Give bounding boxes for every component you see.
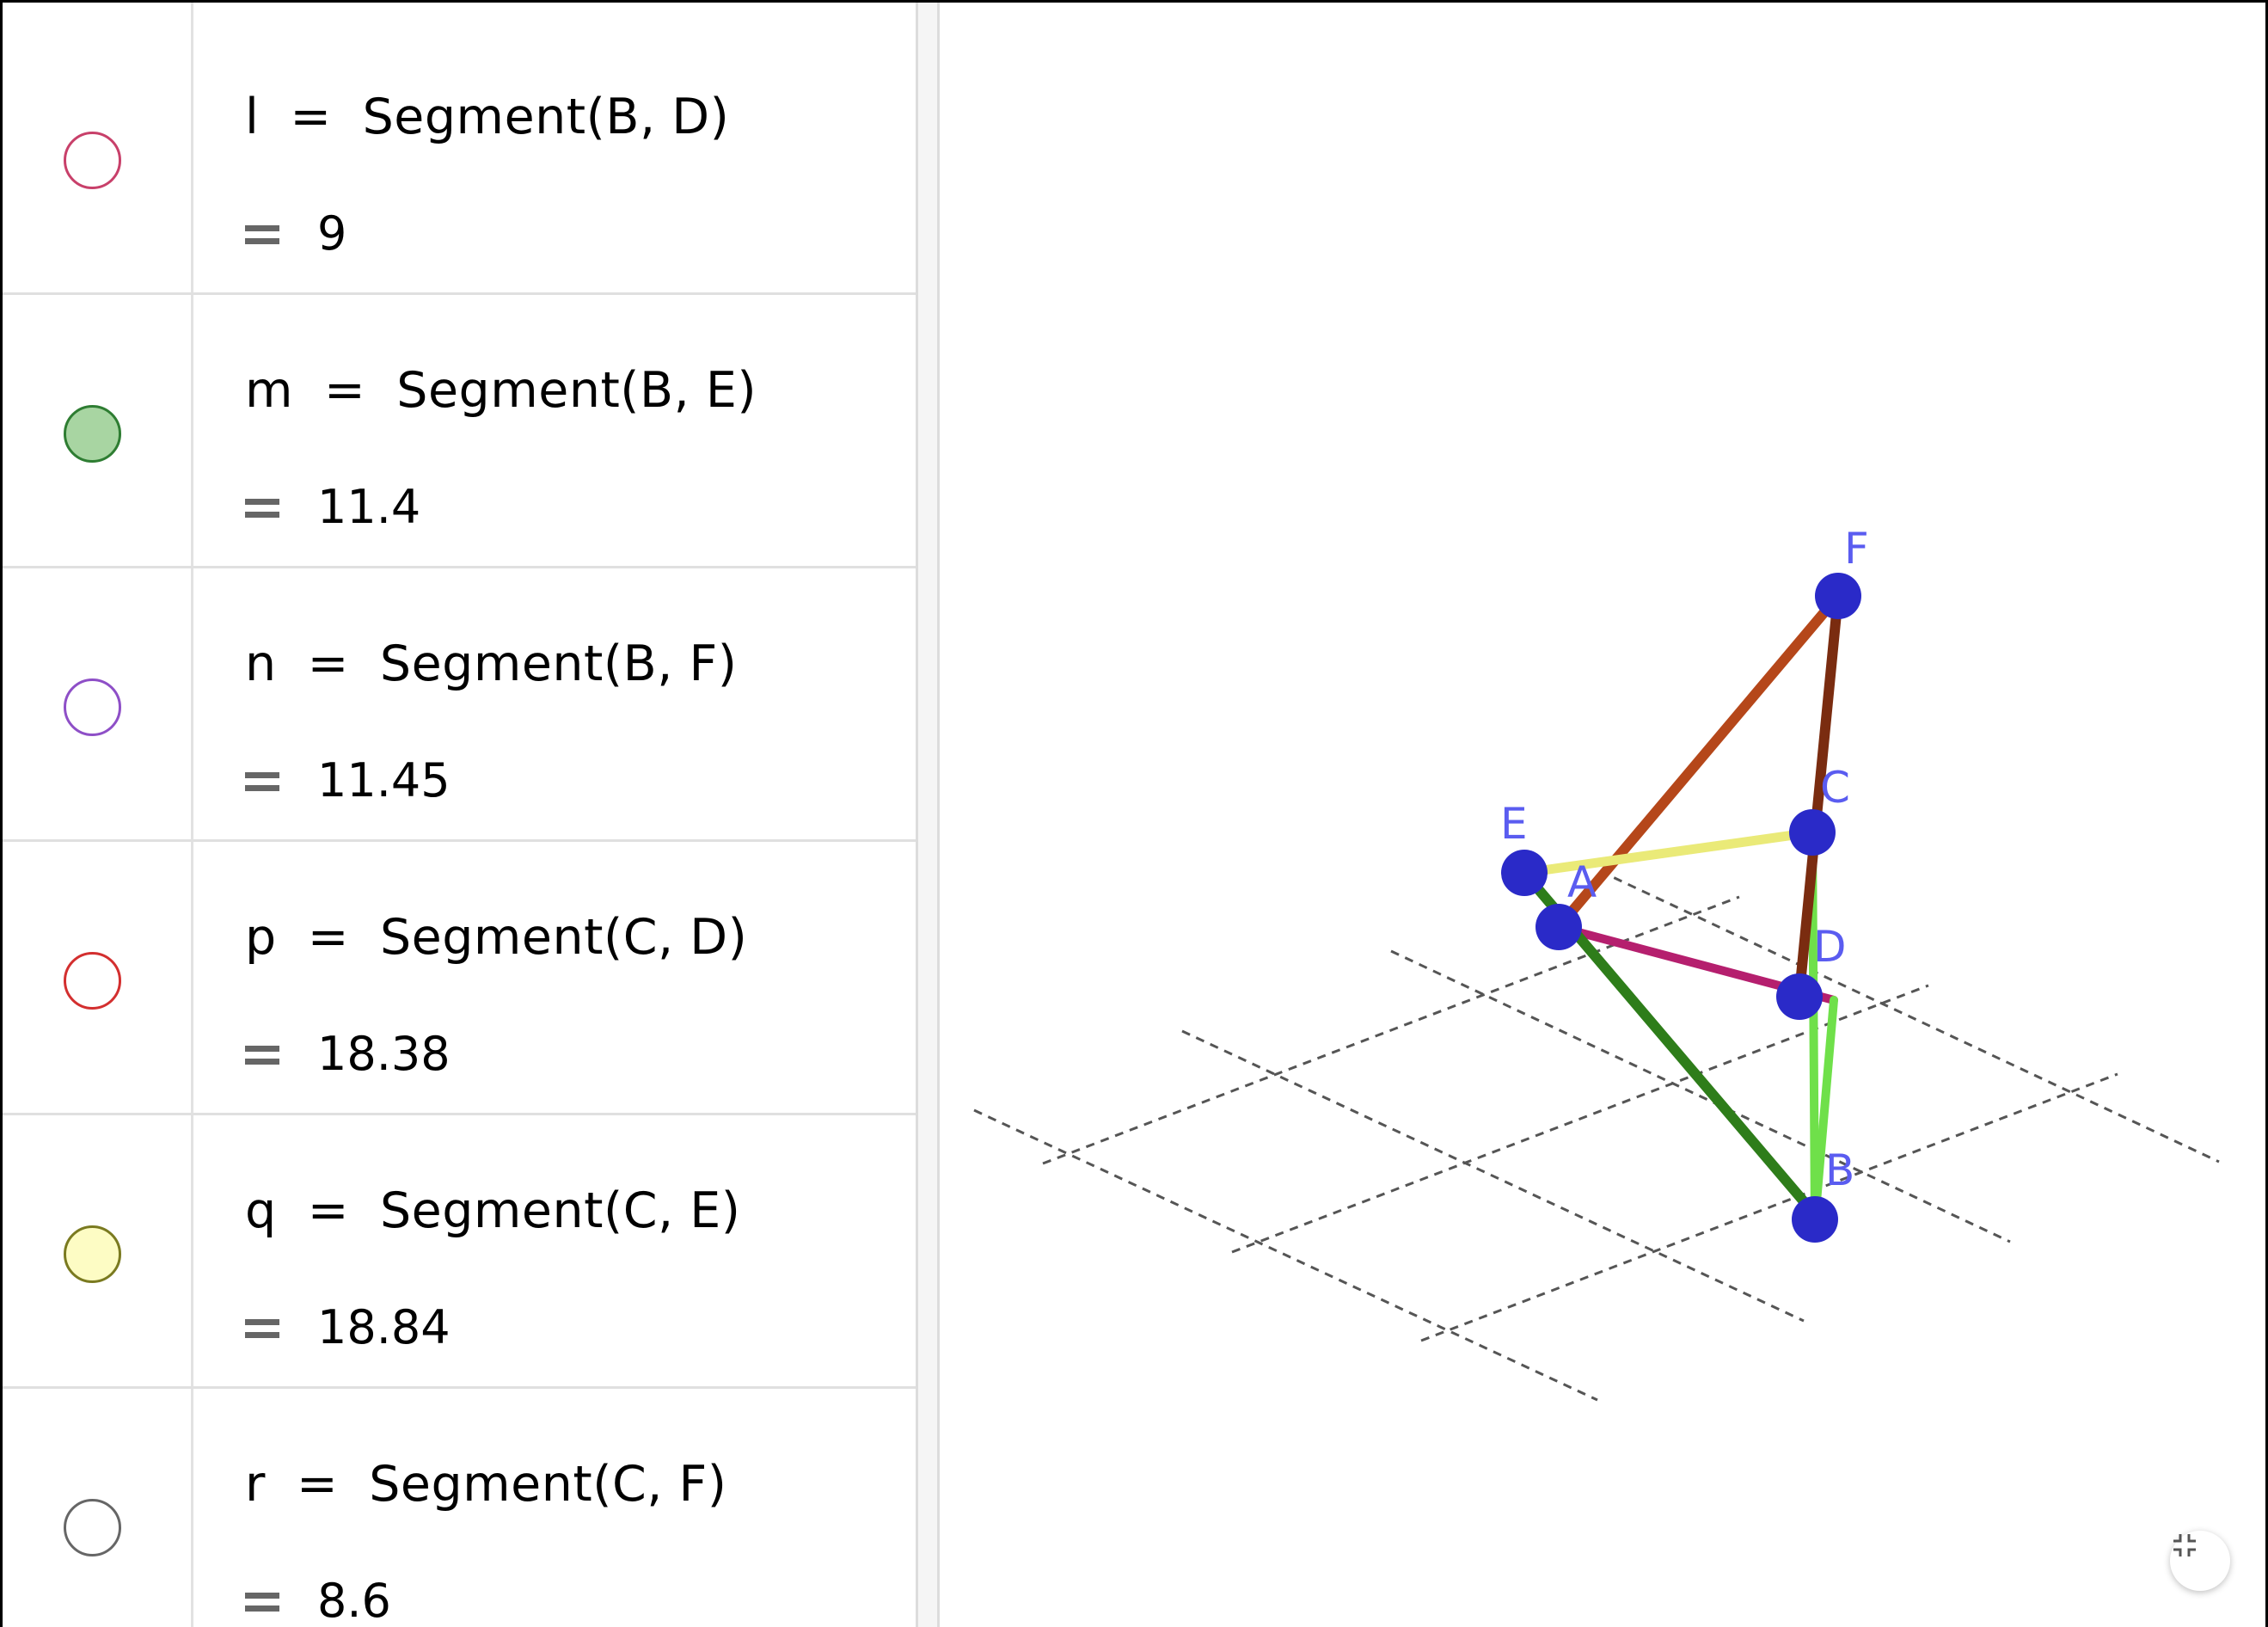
object-name: n — [245, 635, 277, 692]
object-definition: Segment(C, E) — [379, 1182, 741, 1239]
point-D[interactable] — [1776, 973, 1823, 1020]
object-value: 18.38 — [317, 1027, 451, 1081]
label-E: E — [1500, 799, 1528, 849]
label-C: C — [1820, 763, 1850, 813]
app-frame: l = Segment(B, D) 9 m = Segment(B, E) 11.4 n… — [0, 0, 2268, 1627]
point-C[interactable] — [1789, 809, 1836, 856]
exit-fullscreen-icon — [2173, 1534, 2196, 1556]
equals-sign-icon — [245, 224, 279, 246]
scene-canvas[interactable]: F C E A D B — [940, 3, 2268, 1627]
visibility-toggle-n[interactable] — [64, 678, 121, 736]
object-value: 8.6 — [317, 1574, 391, 1627]
object-name: p — [245, 909, 277, 966]
equals-sign-icon — [245, 1591, 279, 1613]
visibility-toggle-r[interactable] — [64, 1499, 121, 1556]
definition-l[interactable]: l = Segment(B, D) — [245, 89, 729, 145]
definition-p[interactable]: p = Segment(C, D) — [245, 909, 747, 966]
value-m: 11.4 — [245, 480, 420, 534]
object-value: 11.45 — [317, 753, 451, 807]
grid-line — [1420, 1072, 2118, 1342]
object-name: m — [245, 362, 294, 419]
visibility-toggle-l[interactable] — [64, 132, 121, 189]
object-definition: Segment(C, D) — [379, 909, 748, 966]
value-n: 11.45 — [245, 753, 451, 807]
equals-sign-icon — [245, 771, 279, 793]
algebra-item-p[interactable]: p = Segment(C, D) 18.38 — [3, 842, 916, 1115]
grid-line — [973, 1108, 1598, 1402]
definition-n[interactable]: n = Segment(B, F) — [245, 635, 738, 692]
object-value: 11.4 — [317, 480, 421, 534]
visibility-toggle-p[interactable] — [64, 952, 121, 1010]
equals-sign-icon — [245, 1317, 279, 1340]
grid-line — [1042, 895, 1740, 1165]
algebra-item-n[interactable]: n = Segment(B, F) 11.45 — [3, 568, 916, 842]
graphics-3d-view[interactable]: F C E A D B — [940, 3, 2268, 1627]
algebra-item-m[interactable]: m = Segment(B, E) 11.4 — [3, 295, 916, 568]
segment-AF[interactable] — [1554, 591, 1843, 932]
point-B[interactable] — [1792, 1196, 1838, 1243]
object-name: q — [245, 1182, 277, 1239]
label-A: A — [1567, 857, 1597, 907]
algebra-item-r[interactable]: r = Segment(C, F) 8.6 — [3, 1389, 916, 1627]
visibility-toggle-m[interactable] — [64, 405, 121, 463]
equals-sign-icon — [245, 1044, 279, 1066]
label-D: D — [1813, 922, 1847, 972]
label-B: B — [1825, 1145, 1854, 1195]
object-name: r — [245, 1456, 266, 1513]
label-F: F — [1844, 524, 1869, 574]
view-splitter[interactable] — [916, 3, 940, 1627]
object-value: 9 — [317, 206, 347, 261]
point-A[interactable] — [1535, 904, 1582, 950]
value-r: 8.6 — [245, 1574, 391, 1627]
object-definition: Segment(C, F) — [369, 1456, 727, 1513]
point-E[interactable] — [1501, 850, 1548, 896]
definition-m[interactable]: m = Segment(B, E) — [245, 362, 757, 419]
value-p: 18.38 — [245, 1027, 451, 1081]
exit-fullscreen-button[interactable] — [2170, 1531, 2230, 1591]
object-name: l — [245, 89, 260, 145]
object-definition: Segment(B, F) — [379, 635, 738, 692]
definition-r[interactable]: r = Segment(C, F) — [245, 1456, 727, 1513]
algebra-item-l[interactable]: l = Segment(B, D) 9 — [3, 21, 916, 295]
algebra-view: l = Segment(B, D) 9 m = Segment(B, E) 11.4 n… — [3, 3, 916, 1627]
algebra-item-q[interactable]: q = Segment(C, E) 18.84 — [3, 1115, 916, 1389]
visibility-toggle-q[interactable] — [64, 1225, 121, 1283]
object-definition: Segment(B, E) — [396, 362, 757, 419]
definition-q[interactable]: q = Segment(C, E) — [245, 1182, 740, 1239]
object-definition: Segment(B, D) — [362, 89, 730, 145]
value-l: 9 — [245, 206, 346, 261]
grid-line — [1599, 869, 2220, 1163]
equals-sign-icon — [245, 497, 279, 519]
object-value: 18.84 — [317, 1300, 451, 1354]
point-F[interactable] — [1815, 573, 1861, 619]
value-q: 18.84 — [245, 1300, 451, 1354]
